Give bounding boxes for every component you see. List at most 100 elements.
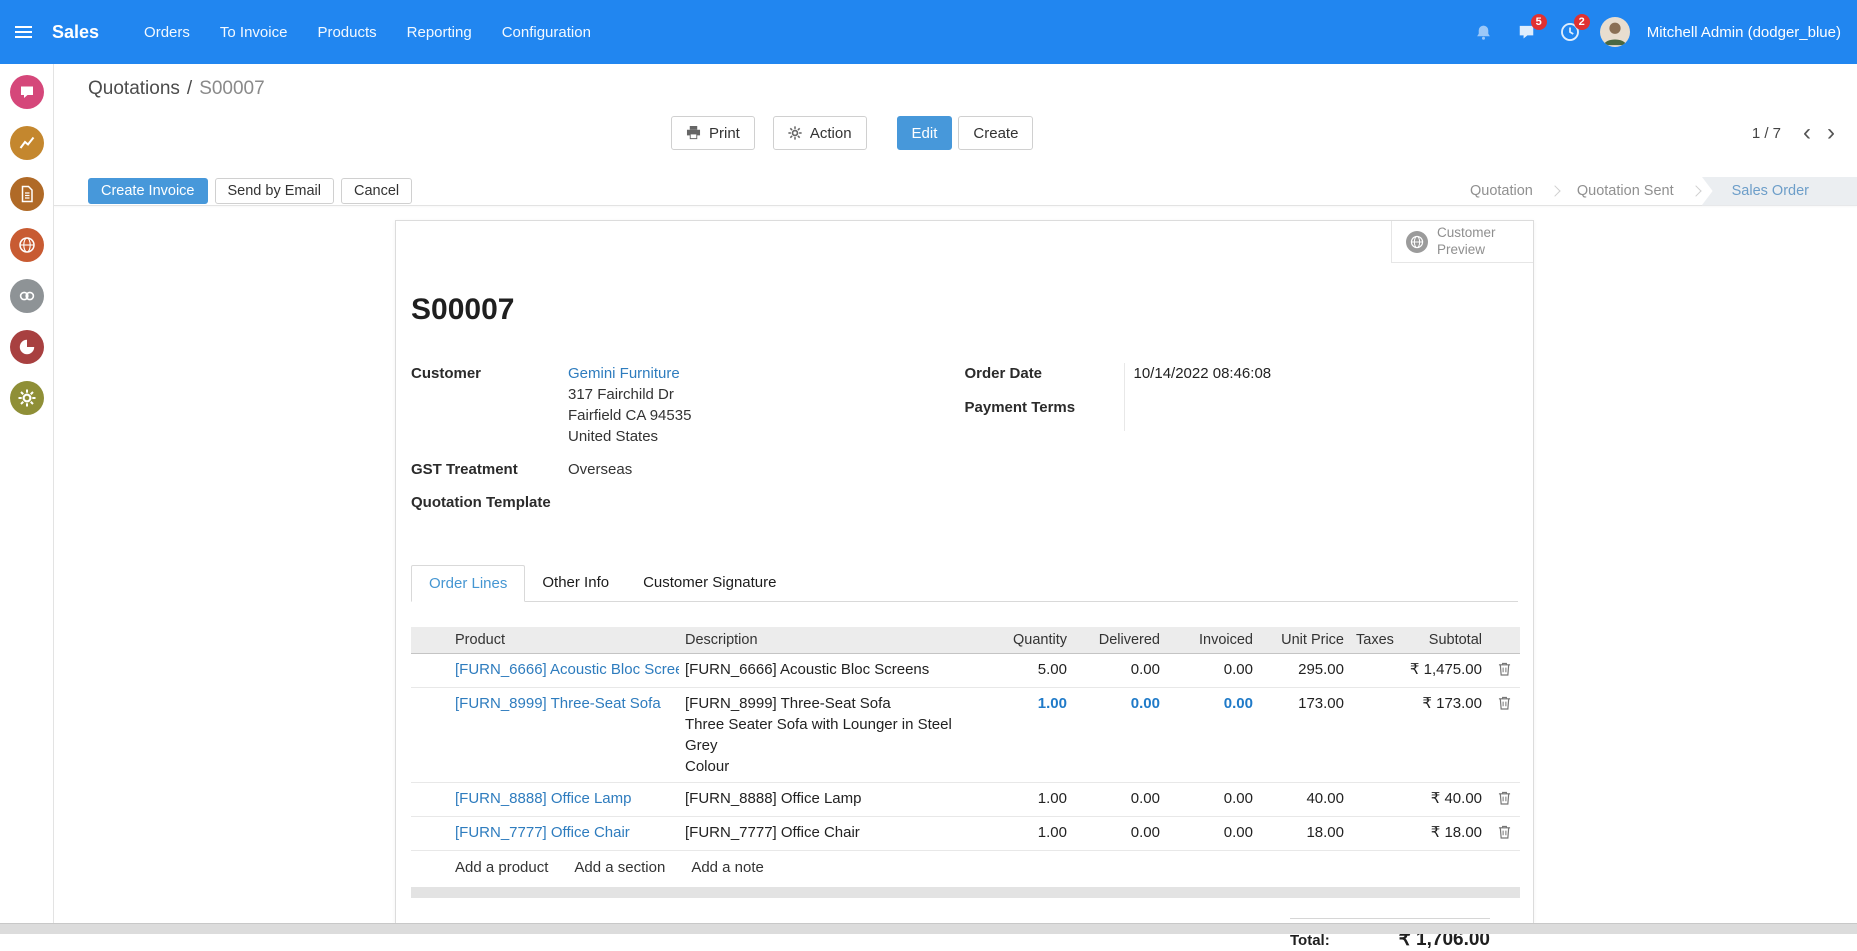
tab-customer-signature[interactable]: Customer Signature: [626, 565, 793, 602]
table-header-row: Product Description Quantity Delivered I…: [411, 627, 1520, 654]
payment-terms-value: [1124, 397, 1519, 431]
col-header-taxes[interactable]: Taxes: [1350, 627, 1390, 654]
pager-prev-button[interactable]: ‹: [1795, 122, 1819, 144]
gst-treatment-label: GST Treatment: [411, 459, 568, 480]
user-menu[interactable]: Mitchell Admin (dodger_blue): [1647, 24, 1841, 41]
pager: 1 / 7 ‹ ›: [1752, 122, 1843, 144]
print-button[interactable]: Print: [671, 116, 755, 150]
nav-item-products[interactable]: Products: [302, 14, 391, 51]
delete-line-button[interactable]: [1488, 817, 1520, 851]
unit-price-cell: 18.00: [1259, 817, 1350, 851]
subtotal-cell: ₹ 173.00: [1390, 688, 1488, 783]
col-header-invoiced[interactable]: Invoiced: [1166, 627, 1259, 654]
trash-icon: [1498, 662, 1511, 676]
subtotal-cell: ₹ 1,475.00: [1390, 654, 1488, 688]
pager-next-button[interactable]: ›: [1819, 122, 1843, 144]
delivered-cell: 0.00: [1073, 817, 1166, 851]
status-quotation-sent[interactable]: Quotation Sent: [1557, 177, 1694, 206]
add-section-link[interactable]: Add a section: [574, 859, 665, 876]
nav-item-reporting[interactable]: Reporting: [392, 14, 487, 51]
status-sales-order[interactable]: Sales Order: [1702, 177, 1857, 206]
systray: 5 2 Mitchell Admin (dodger_blue): [1471, 17, 1857, 47]
chevron-left-icon: ‹: [1803, 119, 1811, 146]
action-button[interactable]: Action: [773, 116, 867, 150]
unit-price-cell: 295.00: [1259, 654, 1350, 688]
print-label: Print: [709, 125, 740, 142]
shortcut-invoicing[interactable]: [10, 177, 44, 211]
create-invoice-button[interactable]: Create Invoice: [88, 178, 208, 204]
chat-bubble-icon: [18, 83, 36, 101]
cancel-button[interactable]: Cancel: [341, 178, 412, 204]
nav-item-orders[interactable]: Orders: [129, 14, 205, 51]
breadcrumb-parent[interactable]: Quotations: [88, 78, 180, 99]
col-header-product[interactable]: Product: [449, 627, 679, 654]
shortcut-discuss[interactable]: [10, 75, 44, 109]
customer-link[interactable]: Gemini Furniture: [568, 363, 965, 384]
shortcut-links[interactable]: [10, 279, 44, 313]
app-shortcut-rail: [0, 64, 54, 923]
shortcut-website[interactable]: [10, 228, 44, 262]
messages-button[interactable]: 5: [1514, 19, 1540, 45]
table-row: [FURN_8888] Office Lamp [FURN_8888] Offi…: [411, 783, 1520, 817]
product-link[interactable]: [FURN_7777] Office Chair: [455, 824, 630, 841]
document-title: S00007: [411, 221, 1518, 327]
gear-icon: [18, 389, 36, 407]
edit-button[interactable]: Edit: [897, 116, 953, 150]
product-link[interactable]: [FURN_6666] Acoustic Bloc Scree...: [455, 661, 679, 678]
payment-terms-label: Payment Terms: [965, 397, 1124, 431]
shortcut-marketing[interactable]: [10, 330, 44, 364]
activities-button[interactable]: 2: [1557, 19, 1583, 45]
send-by-email-button[interactable]: Send by Email: [215, 178, 335, 204]
shortcut-sales[interactable]: [10, 126, 44, 160]
drag-handle-cell: [411, 654, 449, 688]
document-icon: [18, 185, 36, 203]
pie-chart-icon: [18, 338, 36, 356]
nav-item-to-invoice[interactable]: To Invoice: [205, 14, 303, 51]
quantity-cell: 1.00: [993, 817, 1073, 851]
horizontal-scrollbar[interactable]: [0, 923, 1857, 934]
avatar[interactable]: [1600, 17, 1630, 47]
taxes-cell: [1350, 688, 1390, 783]
table-footer-links: Add a product Add a section Add a note: [411, 851, 1518, 885]
quantity-cell: 1.00: [993, 783, 1073, 817]
fields-right-column: Order Date 10/14/2022 08:46:08 Payment T…: [965, 363, 1519, 525]
product-link[interactable]: [FURN_8888] Office Lamp: [455, 790, 631, 807]
col-header-unit-price[interactable]: Unit Price: [1259, 627, 1350, 654]
table-horizontal-scrollbar[interactable]: [411, 887, 1520, 898]
table-row: [FURN_7777] Office Chair [FURN_7777] Off…: [411, 817, 1520, 851]
delete-line-button[interactable]: [1488, 688, 1520, 783]
delete-line-button[interactable]: [1488, 654, 1520, 688]
product-link[interactable]: [FURN_8999] Three-Seat Sofa: [455, 695, 661, 712]
trash-icon: [1498, 791, 1511, 805]
status-quotation[interactable]: Quotation: [1450, 177, 1553, 206]
hamburger-menu-button[interactable]: [0, 0, 46, 64]
subtotal-cell: ₹ 18.00: [1390, 817, 1488, 851]
tab-order-lines[interactable]: Order Lines: [411, 565, 525, 602]
invoiced-cell: 0.00: [1166, 817, 1259, 851]
gst-treatment-value: Overseas: [568, 459, 965, 480]
hamburger-menu-icon: [15, 23, 32, 41]
col-header-subtotal[interactable]: Subtotal: [1390, 627, 1488, 654]
create-button[interactable]: Create: [958, 116, 1033, 150]
activities-badge: 2: [1574, 14, 1590, 30]
order-lines-section: Product Description Quantity Delivered I…: [411, 627, 1518, 951]
description-cell: [FURN_6666] Acoustic Bloc Screens: [679, 654, 993, 688]
quantity-cell: 5.00: [993, 654, 1073, 688]
add-product-link[interactable]: Add a product: [455, 859, 548, 876]
breadcrumb-current: S00007: [199, 78, 265, 99]
nav-item-configuration[interactable]: Configuration: [487, 14, 606, 51]
col-header-quantity[interactable]: Quantity: [993, 627, 1073, 654]
globe-icon: [18, 236, 36, 254]
col-header-delivered[interactable]: Delivered: [1073, 627, 1166, 654]
col-header-description[interactable]: Description: [679, 627, 993, 654]
app-name[interactable]: Sales: [52, 22, 99, 43]
add-note-link[interactable]: Add a note: [691, 859, 764, 876]
quantity-cell: 1.00: [993, 688, 1073, 783]
shortcut-settings[interactable]: [10, 381, 44, 415]
order-lines-table: Product Description Quantity Delivered I…: [411, 627, 1520, 851]
notifications-button[interactable]: [1471, 19, 1497, 45]
form-toolbar: Print Action Edit Create: [671, 116, 1033, 150]
statusbar: Create Invoice Send by Email Cancel Quot…: [54, 177, 1857, 206]
delete-line-button[interactable]: [1488, 783, 1520, 817]
tab-other-info[interactable]: Other Info: [525, 565, 626, 602]
